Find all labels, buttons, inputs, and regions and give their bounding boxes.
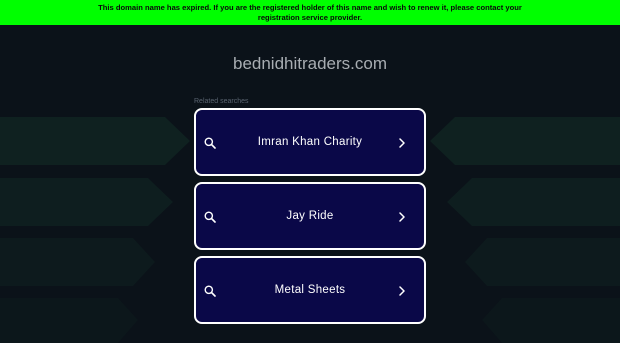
- search-icon: [204, 285, 216, 297]
- chevron-right-icon: [399, 212, 405, 222]
- related-search-link-metal-sheets[interactable]: Metal Sheets: [194, 256, 426, 324]
- decor-arrow-right-4: [482, 298, 620, 343]
- domain-expired-banner: This domain name has expired. If you are…: [0, 0, 620, 25]
- decor-arrow-left-3: [0, 238, 155, 286]
- decor-arrow-right-2: [447, 178, 620, 226]
- related-search-label: Metal Sheets: [274, 284, 346, 296]
- related-search-label: Jay Ride: [286, 210, 334, 222]
- parked-domain-page: This domain name has expired. If you are…: [0, 0, 620, 343]
- related-search-link-imran-khan-charity[interactable]: Imran Khan Charity: [194, 108, 426, 176]
- chevron-right-icon: [399, 286, 405, 296]
- related-search-label: Imran Khan Charity: [257, 136, 363, 148]
- search-icon: [204, 211, 216, 223]
- related-search-link-jay-ride[interactable]: Jay Ride: [194, 182, 426, 250]
- related-searches-label: Related searches: [194, 98, 249, 105]
- search-icon: [204, 137, 216, 149]
- decor-arrow-left-4: [0, 298, 138, 343]
- domain-title: bednidhitraders.com: [232, 54, 388, 73]
- decor-arrow-right-1: [430, 117, 620, 165]
- decor-arrow-left-2: [0, 178, 173, 226]
- chevron-right-icon: [399, 138, 405, 148]
- decor-arrow-left-1: [0, 117, 190, 165]
- decor-arrow-right-3: [465, 238, 620, 286]
